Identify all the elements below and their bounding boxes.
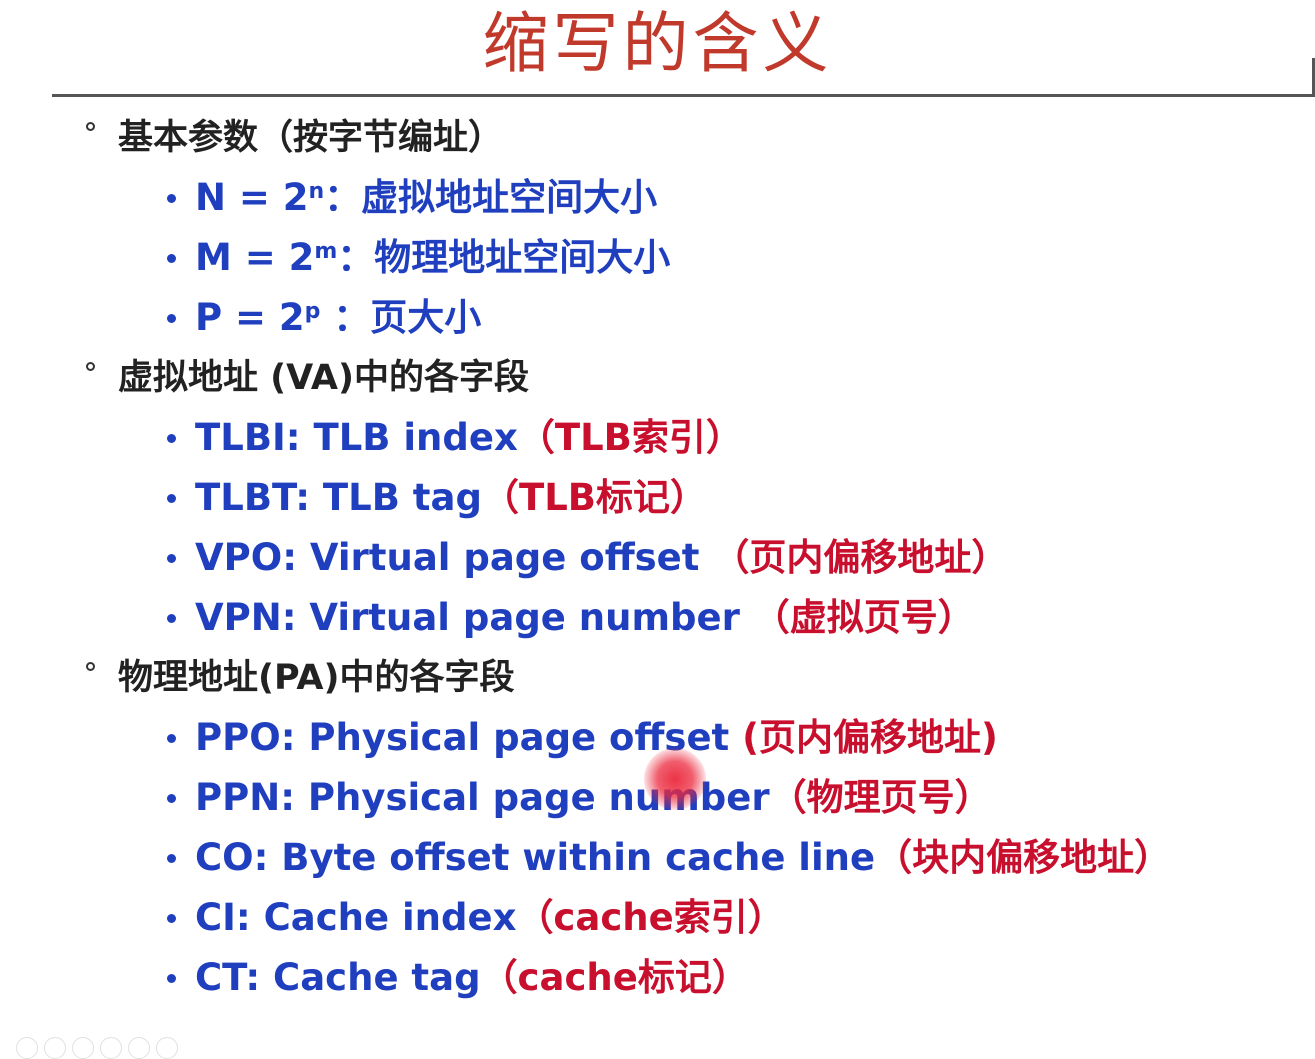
dot-bullet-icon: [167, 554, 176, 563]
title-divider: [52, 94, 1315, 97]
ring-bullet-icon: [86, 122, 95, 131]
item-exponent: n: [308, 179, 325, 204]
item-note: （虚拟页号）: [752, 596, 975, 639]
item-note: （块内偏移地址）: [875, 836, 1172, 879]
dot-bullet-icon: [167, 194, 176, 203]
item-note: （页内偏移地址）: [712, 536, 1009, 579]
section-heading-text: 物理地址(PA)中的各字段: [118, 658, 515, 698]
item-description: ：页大小: [320, 296, 482, 339]
section-heading: 虚拟地址 (VA)中的各字段: [0, 348, 1315, 408]
item-note: （cache标记）: [480, 956, 749, 999]
slide-title: 缩写的含义: [482, 5, 833, 82]
list-item-ci: CI: Cache index（cache索引）: [0, 888, 1315, 948]
item-text: TLBT: TLB tag: [195, 476, 482, 519]
dot-bullet-icon: [167, 734, 176, 743]
item-description: ：虚拟地址空间大小: [324, 176, 658, 219]
slide-nav-toolbar: [16, 1037, 178, 1059]
zoom-icon[interactable]: [128, 1037, 150, 1059]
list-item-vpo: VPO: Virtual page offset （页内偏移地址）: [0, 528, 1315, 588]
item-text: VPN: Virtual page number: [195, 596, 753, 639]
item-note: （TLB索引）: [517, 416, 743, 459]
pen-icon[interactable]: [72, 1037, 94, 1059]
dot-bullet-icon: [167, 854, 176, 863]
section-heading-text: 虚拟地址 (VA)中的各字段: [118, 358, 529, 398]
dot-bullet-icon: [167, 614, 176, 623]
list-item-m: M = 2m：物理地址空间大小: [0, 228, 1315, 288]
next-slide-icon[interactable]: [44, 1037, 66, 1059]
list-item-ct: CT: Cache tag（cache标记）: [0, 948, 1315, 1008]
list-item-vpn: VPN: Virtual page number （虚拟页号）: [0, 588, 1315, 648]
item-description: ：物理地址空间大小: [337, 236, 671, 279]
section-heading: 物理地址(PA)中的各字段: [0, 648, 1315, 708]
item-text: CO: Byte offset within cache line: [195, 836, 876, 879]
item-text: TLBI: TLB index: [195, 416, 518, 459]
item-text: VPO: Virtual page offset: [195, 536, 713, 579]
item-text: CT: Cache tag: [195, 956, 481, 999]
item-formula: N = 2: [195, 176, 309, 219]
item-exponent: p: [304, 299, 321, 324]
menu-icon[interactable]: [100, 1037, 122, 1059]
list-item-tlbt: TLBT: TLB tag（TLB标记）: [0, 468, 1315, 528]
item-note: （cache索引）: [516, 896, 785, 939]
item-formula: P = 2: [195, 296, 305, 339]
dot-bullet-icon: [167, 914, 176, 923]
item-note: （TLB标记）: [481, 476, 707, 519]
prev-slide-icon[interactable]: [16, 1037, 38, 1059]
more-icon[interactable]: [156, 1037, 178, 1059]
ring-bullet-icon: [86, 362, 95, 371]
section-heading-text: 基本参数（按字节编址）: [118, 118, 504, 158]
item-formula: M = 2: [195, 236, 315, 279]
item-note: (页内偏移地址): [742, 716, 998, 759]
list-item-n: N = 2n：虚拟地址空间大小: [0, 168, 1315, 228]
dot-bullet-icon: [167, 974, 176, 983]
list-item-co: CO: Byte offset within cache line（块内偏移地址…: [0, 828, 1315, 888]
section-heading: 基本参数（按字节编址）: [0, 108, 1315, 168]
item-exponent: m: [314, 239, 338, 264]
section-physical-address: 物理地址(PA)中的各字段 PPO: Physical page offset …: [0, 648, 1315, 1008]
slide-content: 基本参数（按字节编址） N = 2n：虚拟地址空间大小 M = 2m：物理地址空…: [0, 108, 1315, 1008]
dot-bullet-icon: [167, 494, 176, 503]
list-item-p: P = 2p ：页大小: [0, 288, 1315, 348]
laser-pointer-icon: [644, 748, 706, 810]
section-basic-parameters: 基本参数（按字节编址） N = 2n：虚拟地址空间大小 M = 2m：物理地址空…: [0, 108, 1315, 348]
dot-bullet-icon: [167, 794, 176, 803]
list-item-tlbi: TLBI: TLB index（TLB索引）: [0, 408, 1315, 468]
item-text: CI: Cache index: [195, 896, 517, 939]
item-note: （物理页号）: [769, 776, 992, 819]
dot-bullet-icon: [167, 434, 176, 443]
ring-bullet-icon: [86, 662, 95, 671]
dot-bullet-icon: [167, 314, 176, 323]
dot-bullet-icon: [167, 254, 176, 263]
section-virtual-address: 虚拟地址 (VA)中的各字段 TLBI: TLB index（TLB索引） TL…: [0, 348, 1315, 648]
